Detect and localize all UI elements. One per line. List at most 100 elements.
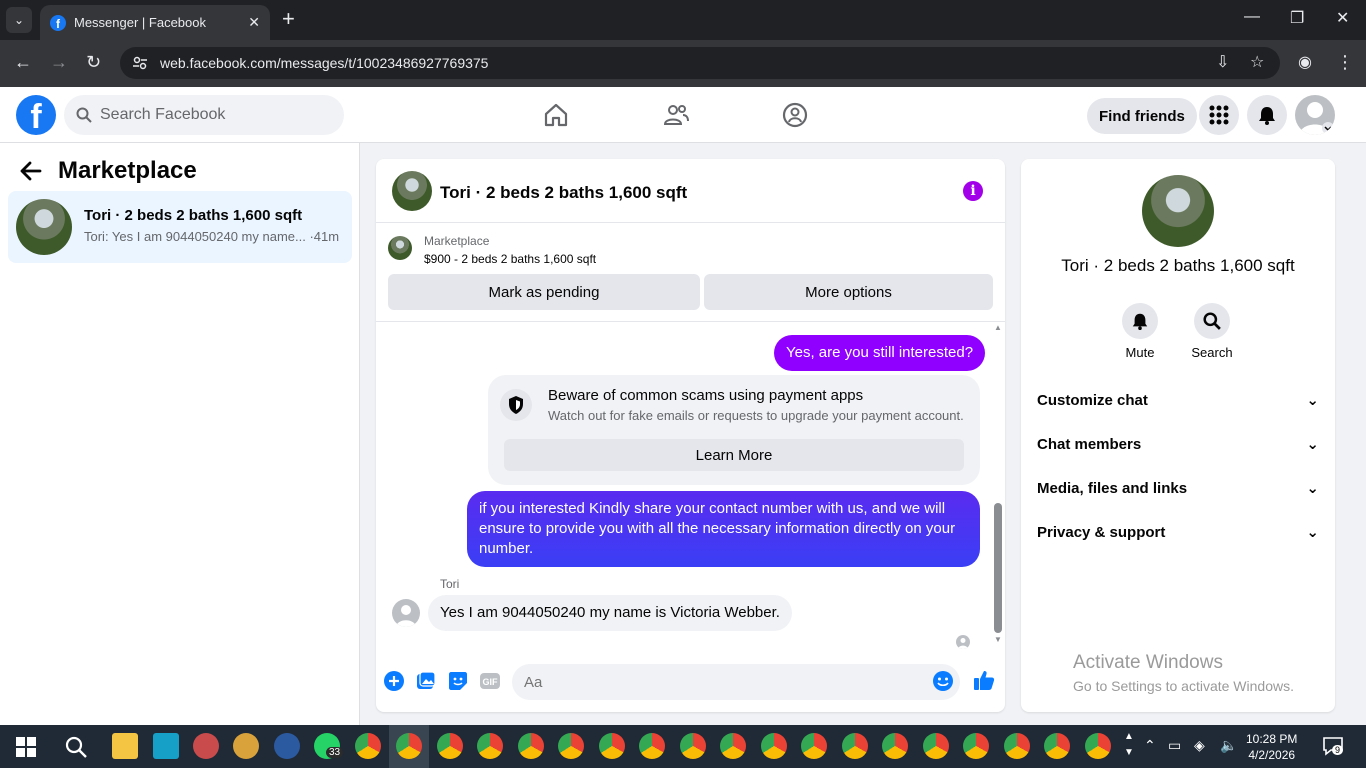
scroll-down-icon[interactable]: ▼ <box>994 635 1002 644</box>
close-window-icon[interactable]: ✕ <box>1336 8 1349 28</box>
message-list: Yes, are you still interested? Beware of… <box>376 323 1005 653</box>
restore-icon[interactable]: ❐ <box>1290 8 1304 28</box>
forward-icon[interactable]: → <box>50 52 68 73</box>
scroll-thumb[interactable] <box>994 503 1002 633</box>
facebook-logo[interactable]: f <box>16 95 56 135</box>
home-icon[interactable] <box>542 101 570 129</box>
chrome-icon[interactable] <box>437 733 463 759</box>
file-explorer-icon[interactable] <box>112 733 138 759</box>
learn-more-button[interactable]: Learn More <box>504 439 964 471</box>
notification-center-icon[interactable]: 9 <box>1322 735 1344 757</box>
site-settings-icon[interactable] <box>132 55 148 71</box>
chrome-icon[interactable] <box>801 733 827 759</box>
back-icon[interactable]: ← <box>14 52 32 73</box>
active-tab[interactable]: f Messenger | Facebook ✕ <box>40 5 270 40</box>
listing-title[interactable]: $900 - 2 beds 2 baths 1,600 sqft <box>424 252 596 266</box>
tab-list-button[interactable]: ⌄ <box>6 7 32 33</box>
conversation-item[interactable]: Tori · 2 beds 2 baths 1,600 sqft Tori: Y… <box>8 191 352 263</box>
volume-icon[interactable]: 🔈 <box>1220 737 1237 754</box>
scam-warning-card: Beware of common scams using payment app… <box>488 375 980 485</box>
search-action[interactable]: Search <box>1182 303 1242 360</box>
conversation-snippet: Tori: Yes I am 9044050240 my name... ·41… <box>84 229 340 244</box>
chat-members-section[interactable]: Chat members ⌄ <box>1037 424 1319 464</box>
friends-icon[interactable] <box>662 101 690 129</box>
bookmark-star-icon[interactable]: ☆ <box>1250 52 1264 72</box>
mark-as-pending-button[interactable]: Mark as pending <box>388 274 700 310</box>
chrome-icon[interactable] <box>882 733 908 759</box>
emoji-icon[interactable] <box>932 670 954 692</box>
browser-tab-bar: ⌄ f Messenger | Facebook ✕ + — ❐ ✕ <box>0 0 1366 40</box>
whatsapp-icon[interactable]: 33 <box>314 733 344 759</box>
search-icon <box>1194 303 1230 339</box>
chat-title[interactable]: Tori · 2 beds 2 baths 1,600 sqft <box>440 183 687 203</box>
customize-chat-section[interactable]: Customize chat ⌄ <box>1037 380 1319 420</box>
groups-icon[interactable] <box>781 101 809 129</box>
privacy-support-section[interactable]: Privacy & support ⌄ <box>1037 512 1319 552</box>
account-avatar[interactable] <box>1295 95 1335 135</box>
plus-icon[interactable] <box>383 670 405 692</box>
read-receipt-avatar <box>956 635 970 649</box>
search-bar[interactable]: Search Facebook <box>64 95 344 135</box>
message-scrollbar[interactable]: ▲ ▼ <box>991 323 1005 653</box>
like-thumb-icon[interactable] <box>972 668 996 692</box>
chrome-icon[interactable] <box>396 733 422 759</box>
close-tab-icon[interactable]: ✕ <box>248 14 260 31</box>
outgoing-message[interactable]: if you interested Kindly share your cont… <box>467 491 980 567</box>
network-icon[interactable]: ▭ <box>1168 737 1181 754</box>
taskbar-search-icon[interactable] <box>64 735 88 759</box>
chrome-icon[interactable] <box>558 733 584 759</box>
warning-title: Beware of common scams using payment app… <box>548 387 864 404</box>
chrome-icon[interactable] <box>518 733 544 759</box>
url-field[interactable]: web.facebook.com/messages/t/100234869277… <box>120 47 1280 79</box>
chrome-icon[interactable] <box>599 733 625 759</box>
minimize-icon[interactable]: — <box>1244 8 1260 26</box>
chrome-icon[interactable] <box>1085 733 1111 759</box>
scroll-up-icon[interactable]: ▲ <box>994 323 1002 332</box>
app-icon[interactable] <box>274 733 300 759</box>
outgoing-message[interactable]: Yes, are you still interested? <box>774 335 986 371</box>
chrome-icon[interactable] <box>963 733 989 759</box>
teams-icon[interactable]: ◈ <box>1194 737 1205 754</box>
notifications-button[interactable] <box>1247 95 1287 135</box>
profile-icon[interactable]: ◉ <box>1298 52 1312 72</box>
system-clock[interactable]: 10:28 PM 4/2/2026 <box>1246 731 1297 763</box>
incoming-message[interactable]: Yes I am 9044050240 my name is Victoria … <box>428 595 792 631</box>
menu-grid-button[interactable] <box>1199 95 1239 135</box>
browser-menu-icon[interactable]: ⋮ <box>1336 52 1354 73</box>
sender-avatar[interactable] <box>392 599 420 627</box>
info-icon[interactable]: i <box>963 181 983 201</box>
chrome-icon[interactable] <box>477 733 503 759</box>
message-input[interactable] <box>512 664 960 700</box>
chrome-icon[interactable] <box>639 733 665 759</box>
chrome-icon[interactable] <box>720 733 746 759</box>
gif-icon[interactable]: GIF <box>479 670 501 692</box>
mute-action[interactable]: Mute <box>1110 303 1170 360</box>
chrome-icon[interactable] <box>842 733 868 759</box>
chrome-icon[interactable] <box>1044 733 1070 759</box>
back-arrow-icon[interactable] <box>20 161 42 181</box>
more-options-button[interactable]: More options <box>704 274 993 310</box>
find-friends-button[interactable]: Find friends <box>1087 98 1197 134</box>
sticker-icon[interactable] <box>447 670 469 692</box>
chrome-icon[interactable] <box>680 733 706 759</box>
windows-start-icon[interactable] <box>16 737 36 757</box>
install-app-icon[interactable]: ⇩ <box>1216 52 1229 72</box>
chrome-icon[interactable] <box>355 733 381 759</box>
search-input[interactable]: Search Facebook <box>100 106 225 124</box>
chrome-icon[interactable] <box>761 733 787 759</box>
app-icon[interactable] <box>153 733 179 759</box>
new-tab-button[interactable]: + <box>282 8 295 30</box>
app-icon[interactable] <box>193 733 219 759</box>
chrome-icon[interactable] <box>923 733 949 759</box>
taskbar-scroll-icon[interactable]: ▲ ▼ <box>1124 729 1134 761</box>
chat-avatar[interactable] <box>392 171 432 211</box>
show-hidden-icons[interactable]: ⌃ <box>1144 737 1156 754</box>
photo-icon[interactable] <box>415 670 437 692</box>
chrome-icon[interactable] <box>1004 733 1030 759</box>
reload-icon[interactable]: ↻ <box>86 52 101 73</box>
details-avatar[interactable] <box>1142 175 1214 247</box>
shield-icon <box>500 389 532 421</box>
media-files-links-section[interactable]: Media, files and links ⌄ <box>1037 468 1319 508</box>
app-icon[interactable] <box>233 733 259 759</box>
clock-time: 10:28 PM <box>1246 732 1298 746</box>
